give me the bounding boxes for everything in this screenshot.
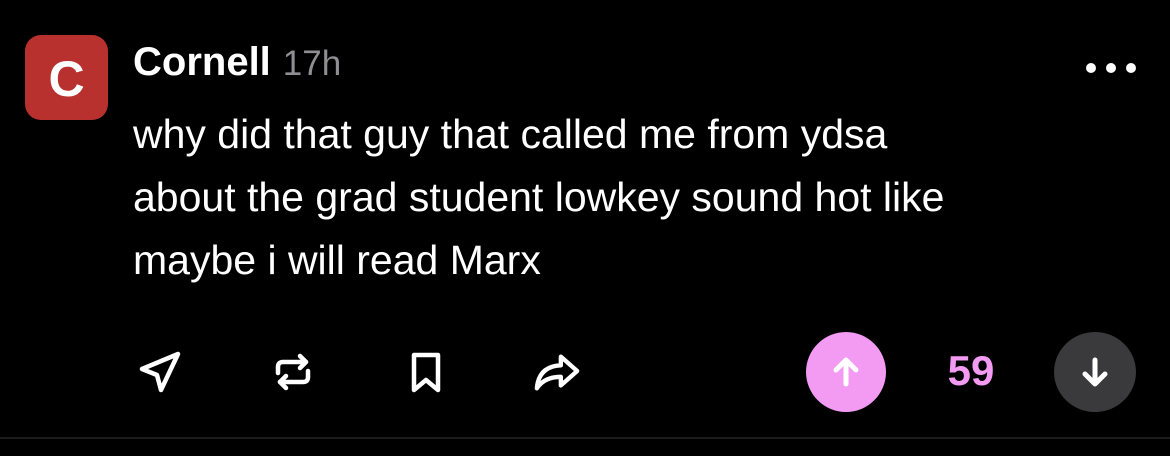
more-dot-icon [1126,63,1136,73]
bookmark-button[interactable] [402,348,450,396]
more-dot-icon [1086,63,1096,73]
vote-score: 59 [947,347,995,394]
post-body-line: about the grad student lowkey sound hot … [133,174,945,220]
more-options-button[interactable] [1086,58,1136,78]
avatar[interactable]: C [25,35,108,120]
forward-button[interactable] [533,348,581,396]
post-body: why did that guy that called me from yds… [133,103,1143,292]
repost-icon [275,353,311,391]
downvote-button[interactable] [1054,332,1136,412]
upvote-button[interactable] [806,332,886,412]
send-icon [139,351,181,393]
bookmark-icon [411,352,441,393]
repost-button[interactable] [269,348,317,396]
post-body-line: why did that guy that called me from yds… [133,111,888,157]
forward-icon [534,354,580,391]
share-button[interactable] [136,348,184,396]
avatar-letter: C [48,50,85,107]
arrow-up-icon [833,357,859,387]
arrow-down-icon [1082,357,1108,387]
post-timestamp: 17h [282,44,342,83]
post-header: Cornell 17h [133,40,341,90]
post-body-line: maybe i will read Marx [133,237,541,283]
more-dot-icon [1106,63,1116,73]
author-name[interactable]: Cornell [133,40,271,85]
post-divider [0,437,1170,439]
